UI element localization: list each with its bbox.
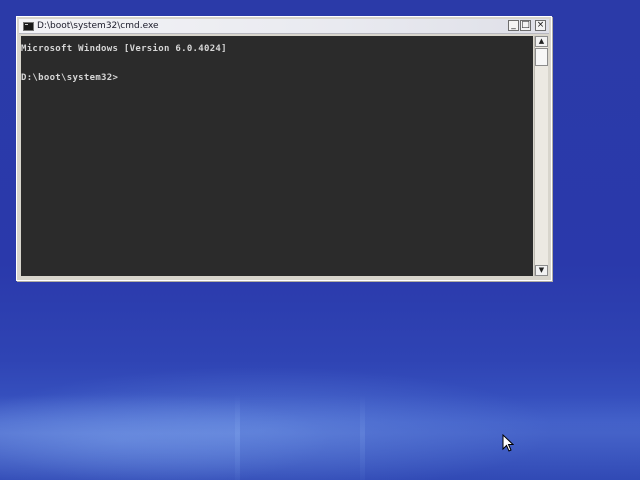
console-output-area[interactable]: Microsoft Windows [Version 6.0.4024] D:\… [21,36,533,276]
wallpaper-light-streak [235,395,365,480]
window-title: D:\boot\system32\cmd.exe [37,21,159,31]
wallpaper-light-streak [360,395,640,480]
wallpaper-light-streak [0,395,240,480]
scrollbar-thumb[interactable] [535,48,548,66]
console-prompt-line: D:\boot\system32> [21,73,119,83]
window-titlebar[interactable]: D:\boot\system32\cmd.exe _ □ × [19,19,549,34]
cmd-console-icon[interactable] [23,22,34,31]
cmd-window: D:\boot\system32\cmd.exe _ □ × Microsoft… [17,17,551,280]
scroll-down-arrow-icon[interactable]: ▼ [535,265,548,276]
scroll-up-arrow-icon[interactable]: ▲ [535,36,548,47]
console-version-line: Microsoft Windows [Version 6.0.4024] [21,44,227,54]
minimize-button[interactable]: _ [508,20,519,31]
close-button[interactable]: × [535,20,546,31]
mouse-pointer-icon [502,434,514,452]
maximize-button[interactable]: □ [520,20,531,31]
vertical-scrollbar[interactable]: ▲ ▼ [534,36,548,276]
